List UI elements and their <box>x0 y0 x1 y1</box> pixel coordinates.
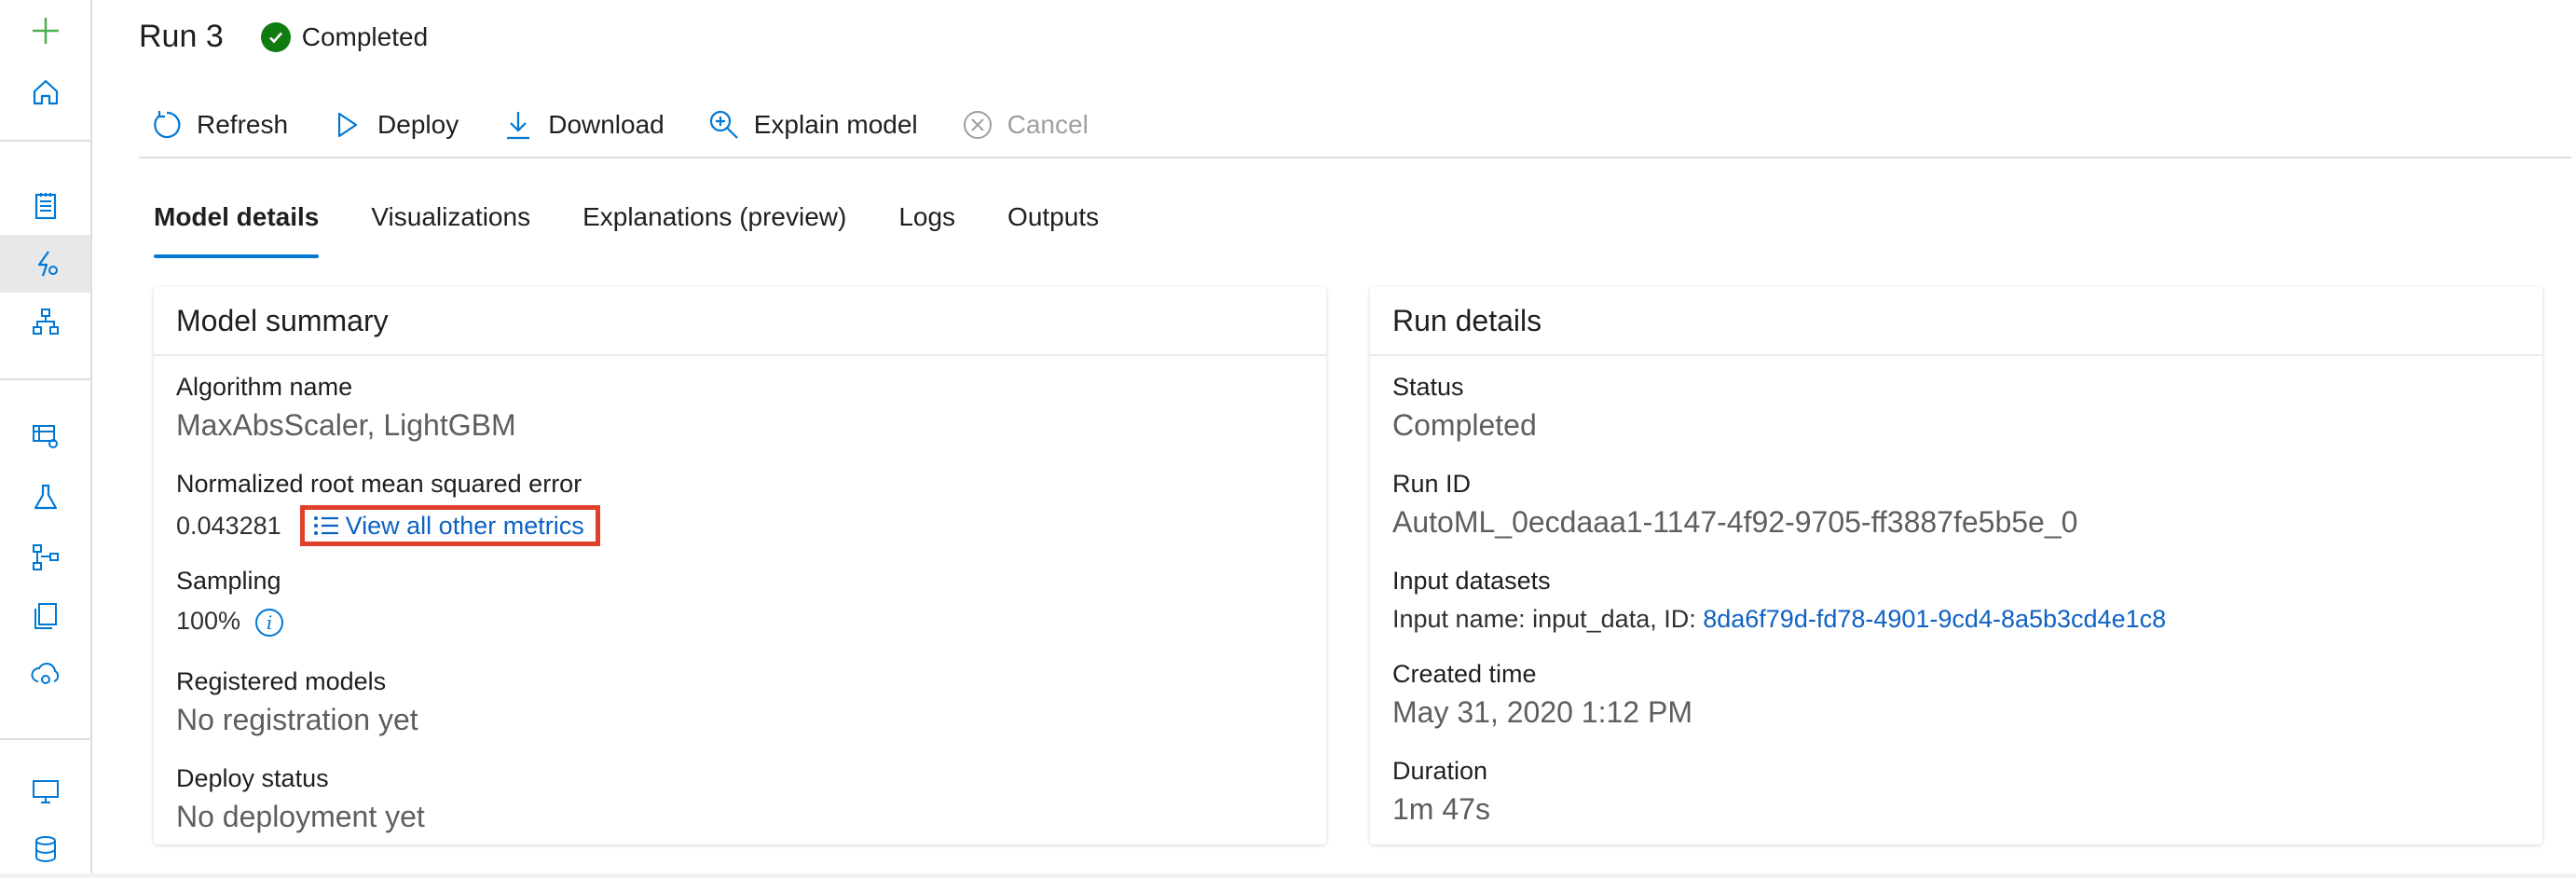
download-button[interactable]: Download <box>490 97 665 153</box>
tab-visualizations[interactable]: Visualizations <box>371 191 530 258</box>
play-icon <box>337 112 358 138</box>
tab-bar: Model details Visualizations Explanation… <box>154 191 1151 258</box>
created-time-field: Created time May 31, 2020 1:12 PM <box>1392 658 1692 731</box>
download-icon <box>507 112 530 140</box>
sampling-label: Sampling <box>176 567 281 595</box>
created-time-value: May 31, 2020 1:12 PM <box>1392 695 1692 729</box>
check-circle-icon <box>260 21 291 52</box>
registered-models-field: Registered models No registration yet <box>176 665 418 738</box>
duration-field: Duration 1m 47s <box>1392 755 1490 828</box>
status-label: Status <box>1392 373 1464 401</box>
run-id-field: Run ID AutoML_0ecdaaa1-1147-4f92-9705-ff… <box>1392 468 2077 541</box>
algorithm-value: MaxAbsScaler, LightGBM <box>176 408 516 442</box>
left-nav-rail <box>0 0 92 873</box>
cancel-button[interactable]: Cancel <box>950 97 1089 153</box>
notebook-icon[interactable] <box>0 177 90 235</box>
endpoints-icon[interactable] <box>0 646 90 704</box>
status-label: Completed <box>301 21 429 51</box>
input-datasets-prefix: Input name: input_data, ID: <box>1392 605 1704 633</box>
status-badge: Completed <box>260 21 429 52</box>
status-field: Status Completed <box>1392 371 1537 444</box>
model-summary-title: Model summary <box>154 287 1326 356</box>
automl-icon[interactable] <box>0 235 90 293</box>
datasets-icon[interactable] <box>0 407 90 465</box>
metric-field: Normalized root mean squared error 0.043… <box>176 468 600 546</box>
registered-models-label: Registered models <box>176 667 387 695</box>
deploy-status-field: Deploy status No deployment yet <box>176 762 425 835</box>
input-datasets-field: Input datasets Input name: input_data, I… <box>1392 565 2166 636</box>
list-icon <box>313 516 338 535</box>
page-title: Run 3 <box>139 19 224 54</box>
designer-icon[interactable] <box>0 293 90 350</box>
deploy-status-value: No deployment yet <box>176 800 425 833</box>
metric-label: Normalized root mean squared error <box>176 470 582 498</box>
run-id-value: AutoML_0ecdaaa1-1147-4f92-9705-ff3887fe5… <box>1392 505 2078 539</box>
algorithm-label: Algorithm name <box>176 373 353 401</box>
input-datasets-label: Input datasets <box>1392 567 1551 595</box>
tab-explanations[interactable]: Explanations (preview) <box>582 191 846 258</box>
dataset-id-link[interactable]: 8da6f79d-fd78-4901-9cd4-8a5b3cd4e1c8 <box>1703 605 2166 633</box>
duration-label: Duration <box>1392 757 1488 785</box>
run-details-title: Run details <box>1370 287 2542 356</box>
refresh-label: Refresh <box>197 110 289 139</box>
explain-model-button[interactable]: Explain model <box>696 97 918 153</box>
download-label: Download <box>548 110 665 139</box>
status-value: Completed <box>1392 408 1537 442</box>
datastores-icon[interactable] <box>0 820 90 878</box>
info-icon[interactable]: i <box>255 608 284 637</box>
models-icon[interactable] <box>0 587 90 645</box>
tab-logs[interactable]: Logs <box>898 191 955 258</box>
run-details-card: Run details Status Completed Run ID Auto… <box>1370 287 2542 844</box>
compute-icon[interactable] <box>0 762 90 820</box>
main-content: Run 3 Completed Refresh Deploy Download … <box>92 0 2576 873</box>
experiments-icon[interactable] <box>0 469 90 527</box>
deploy-label: Deploy <box>377 110 459 139</box>
refresh-button[interactable]: Refresh <box>139 97 288 153</box>
header: Run 3 Completed <box>139 19 428 55</box>
created-time-label: Created time <box>1392 660 1537 688</box>
pipelines-icon[interactable] <box>0 528 90 586</box>
run-id-label: Run ID <box>1392 470 1472 498</box>
deploy-status-label: Deploy status <box>176 764 329 792</box>
model-summary-card: Model summary Algorithm name MaxAbsScale… <box>154 287 1326 844</box>
view-all-metrics-label: View all other metrics <box>345 511 584 540</box>
zoom-in-icon <box>709 110 738 139</box>
algorithm-field: Algorithm name MaxAbsScaler, LightGBM <box>176 371 516 444</box>
duration-value: 1m 47s <box>1392 792 1490 826</box>
cancel-label: Cancel <box>1007 110 1089 139</box>
tab-outputs[interactable]: Outputs <box>1007 191 1099 258</box>
sampling-field: Sampling 100% i <box>176 565 284 638</box>
toolbar: Refresh Deploy Download Explain model Ca… <box>139 93 2571 158</box>
sampling-value: 100% <box>176 607 241 635</box>
deploy-button[interactable]: Deploy <box>320 97 459 153</box>
cancel-circle-icon <box>963 111 992 139</box>
tab-model-details[interactable]: Model details <box>154 191 320 258</box>
registered-models-value: No registration yet <box>176 703 418 736</box>
metric-value: 0.043281 <box>176 511 281 540</box>
explain-model-label: Explain model <box>753 110 918 139</box>
add-icon[interactable] <box>0 2 90 60</box>
refresh-icon <box>154 111 181 139</box>
home-icon[interactable] <box>0 63 90 121</box>
view-all-metrics-link[interactable]: View all other metrics <box>299 505 600 546</box>
